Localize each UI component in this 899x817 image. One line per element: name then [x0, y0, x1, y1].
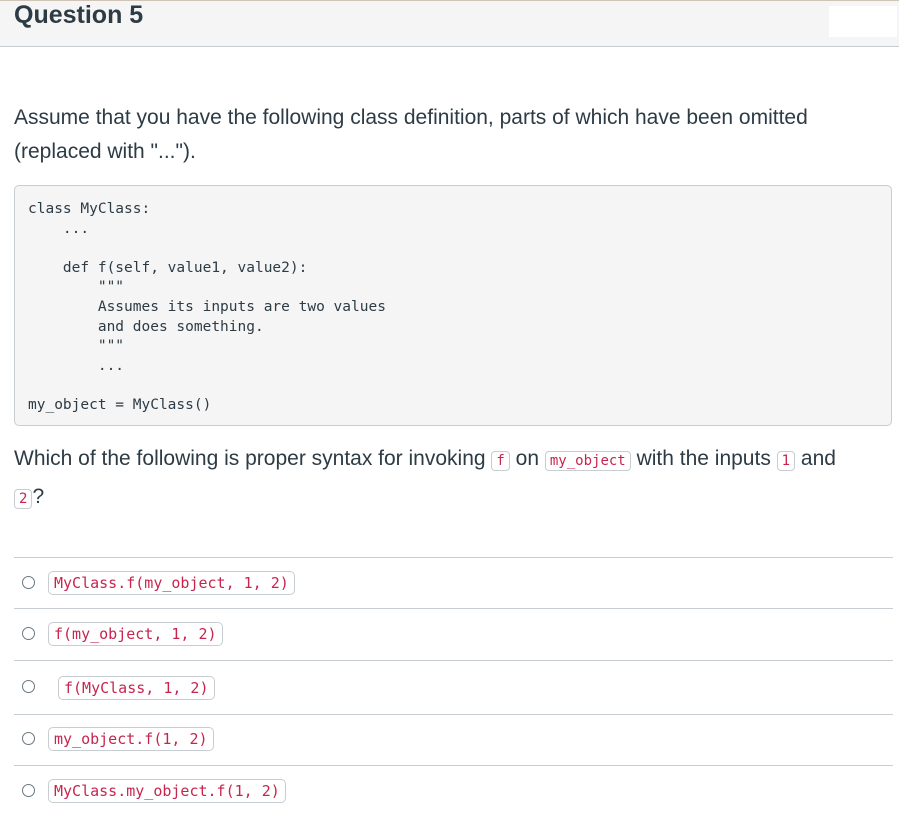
radio-button[interactable]	[22, 680, 35, 693]
question-text: Which of the following is proper syntax …	[14, 441, 894, 517]
answer-code: f(my_object, 1, 2)	[48, 622, 223, 646]
question-text-part: on	[509, 447, 545, 470]
answer-code: f(MyClass, 1, 2)	[58, 676, 215, 700]
answer-list: MyClass.f(my_object, 1, 2) f(my_object, …	[14, 557, 893, 817]
question-text-part: and	[795, 447, 836, 470]
question-text-part: ?	[32, 485, 45, 508]
code-block: class MyClass: ... def f(self, value1, v…	[14, 185, 892, 426]
inline-code-1: 1	[776, 451, 796, 471]
answer-option-5[interactable]: MyClass.my_object.f(1, 2)	[14, 765, 893, 817]
answer-code: MyClass.f(my_object, 1, 2)	[48, 571, 295, 595]
radio-button[interactable]	[22, 732, 35, 745]
radio-button[interactable]	[22, 576, 35, 589]
question-title: Question 5	[14, 1, 144, 29]
points-box	[829, 6, 897, 37]
answer-code: MyClass.my_object.f(1, 2)	[48, 779, 286, 803]
question-text-part: Which of the following is proper syntax …	[14, 447, 492, 470]
inline-code-f: f	[491, 451, 510, 471]
radio-button[interactable]	[22, 784, 35, 797]
question-header: Question 5	[0, 0, 899, 47]
answer-code: my_object.f(1, 2)	[48, 727, 214, 751]
code-listing: class MyClass: ... def f(self, value1, v…	[28, 201, 386, 413]
question-prompt: Assume that you have the following class…	[14, 106, 808, 163]
inline-code-2: 2	[14, 489, 33, 509]
answer-option-2[interactable]: f(my_object, 1, 2)	[14, 608, 893, 660]
question-text-part: with the inputs	[630, 447, 777, 470]
inline-code-my-object: my_object	[544, 451, 631, 471]
answer-option-4[interactable]: my_object.f(1, 2)	[14, 714, 893, 765]
answer-option-1[interactable]: MyClass.f(my_object, 1, 2)	[14, 557, 893, 608]
radio-button[interactable]	[22, 627, 35, 640]
answer-option-3[interactable]: f(MyClass, 1, 2)	[14, 660, 893, 714]
